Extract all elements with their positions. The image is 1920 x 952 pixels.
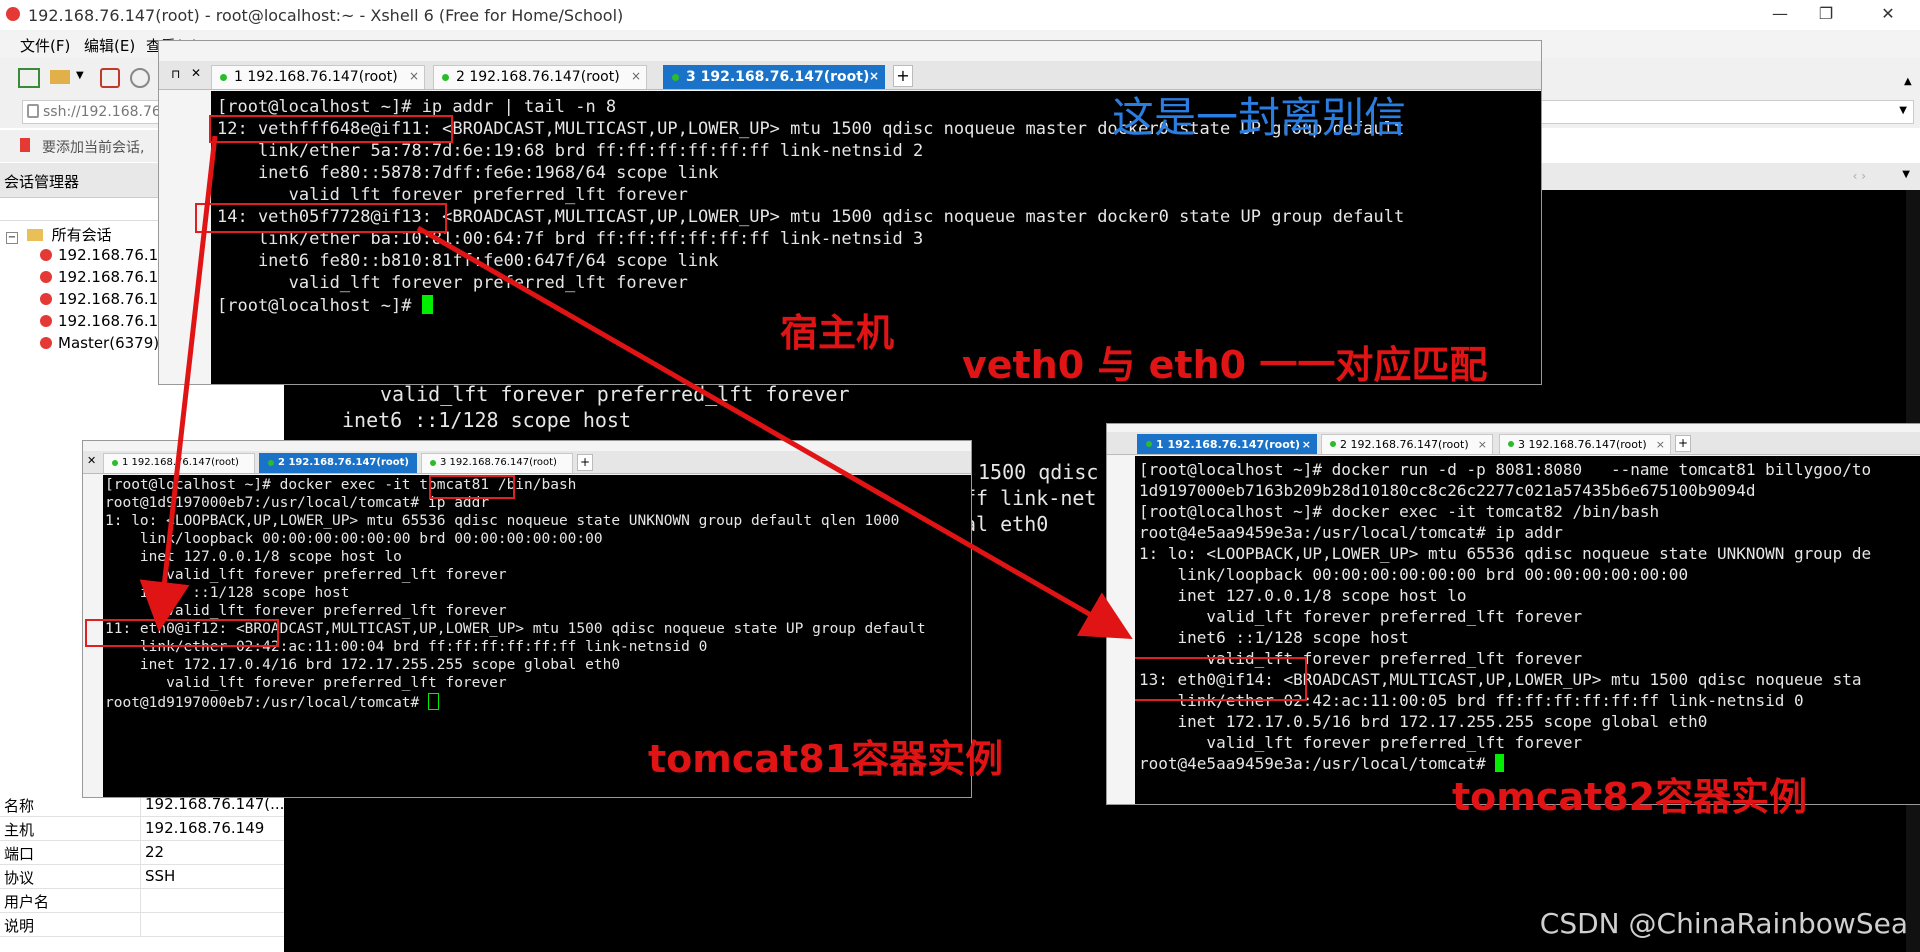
watermark: CSDN @ChinaRainbowSea [1539, 907, 1908, 940]
annotation-host: 宿主机 [780, 311, 895, 355]
arrow-veth12-to-eth0 [139, 135, 218, 632]
annotation-title: 这是一封离别信 [1112, 93, 1407, 142]
annotation-tomcat81: tomcat81容器实例 [648, 737, 1004, 781]
annotation-match: veth0 与 eth0 一一对应匹配 [962, 343, 1488, 387]
annotation-tomcat82: tomcat82容器实例 [1452, 775, 1808, 819]
arrow-veth14-to-eth0 [416, 225, 1133, 639]
